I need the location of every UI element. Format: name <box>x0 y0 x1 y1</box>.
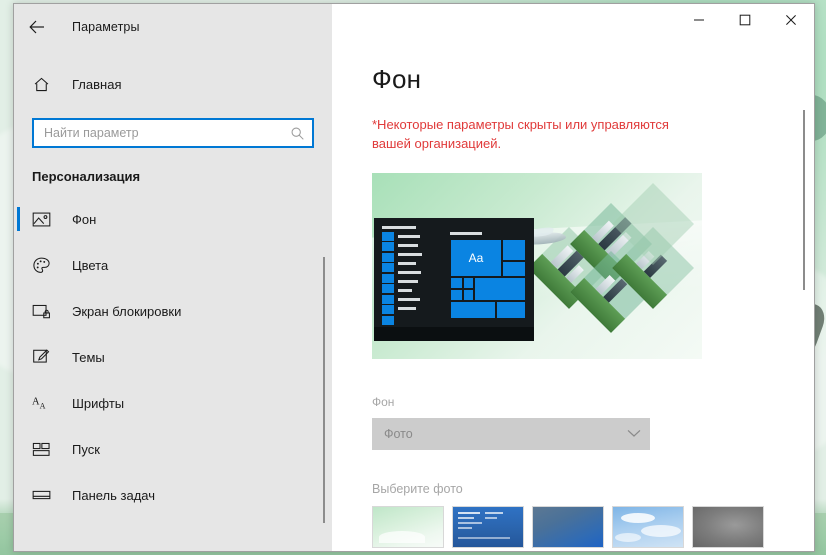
sidebar-scrollbar[interactable] <box>318 257 330 523</box>
background-type-select[interactable]: Фото <box>372 417 650 450</box>
preview-start-left-column <box>382 231 394 327</box>
home-icon <box>32 75 66 94</box>
title-bar-right <box>332 4 814 50</box>
background-type-value: Фото <box>384 426 413 441</box>
preview-start-menu: Aa <box>374 217 534 341</box>
thumbnail-sky-clouds[interactable] <box>612 505 684 548</box>
desktop-background: Параметры Главная Найти параметр Персона… <box>0 0 826 555</box>
organization-warning: *Некоторые параметры скрыты или управляю… <box>372 117 669 151</box>
close-button[interactable] <box>768 4 814 36</box>
preview-tile-aa: Aa <box>450 238 502 277</box>
settings-window: Параметры Главная Найти параметр Персона… <box>13 3 815 552</box>
sidebar-item-label: Панель задач <box>72 487 156 503</box>
chevron-down-icon <box>619 429 649 438</box>
thumbnail-green-landscape[interactable] <box>372 505 444 548</box>
sidebar-home-label: Главная <box>72 76 122 92</box>
preview-tile-aa-text: Aa <box>468 250 484 265</box>
search-box[interactable] <box>32 118 314 148</box>
sidebar-item-start[interactable]: Пуск <box>14 426 332 472</box>
sidebar-section-title: Персонализация <box>32 169 141 184</box>
sidebar-item-label: Темы <box>72 349 105 365</box>
preview-city-diamonds <box>527 182 695 333</box>
lock-screen-icon <box>32 303 66 320</box>
window-title: Параметры <box>72 20 140 34</box>
thumbnail-grey-texture[interactable] <box>692 505 764 548</box>
page-title: Фон <box>372 64 422 94</box>
sidebar-nav-list: Фон Цвета Экран блокировки Темы A A Шриф… <box>14 196 332 551</box>
close-icon <box>786 15 796 25</box>
choose-photo-label: Выберите фото <box>372 481 463 496</box>
minimize-button[interactable] <box>676 4 722 36</box>
sidebar-item-label: Шрифты <box>72 395 125 411</box>
search-icon[interactable] <box>282 120 312 146</box>
sidebar-item-label: Пуск <box>72 441 100 457</box>
background-field-label: Фон <box>372 394 395 409</box>
sidebar: Главная Персонализация <box>14 50 332 551</box>
palette-icon <box>32 256 66 275</box>
taskbar-icon <box>32 488 66 502</box>
sidebar-item-label: Экран блокировки <box>72 303 182 319</box>
picture-icon <box>32 211 66 228</box>
main-scrollbar[interactable] <box>798 110 810 540</box>
back-arrow-icon <box>29 20 44 34</box>
start-tiles-icon <box>32 441 66 458</box>
main-scrollbar-thumb[interactable] <box>803 110 805 290</box>
wallpaper-preview: Aa <box>372 172 702 359</box>
fonts-icon: A A <box>32 394 66 413</box>
back-button[interactable] <box>14 4 60 50</box>
sidebar-item-colors[interactable]: Цвета <box>14 242 332 288</box>
preview-taskbar <box>374 326 534 341</box>
window-body: Главная Персонализация <box>14 50 814 551</box>
search-input[interactable] <box>34 120 282 146</box>
minimize-icon <box>694 19 704 21</box>
sidebar-item-label: Фон <box>72 211 97 227</box>
main-content: Фон *Некоторые параметры скрыты или упра… <box>332 50 814 551</box>
sidebar-item-themes[interactable]: Темы <box>14 334 332 380</box>
maximize-button[interactable] <box>722 4 768 36</box>
sidebar-item-background[interactable]: Фон <box>14 196 332 242</box>
title-bar-left: Параметры <box>14 4 332 50</box>
sidebar-item-taskbar[interactable]: Панель задач <box>14 472 332 518</box>
maximize-icon <box>739 14 751 26</box>
thumbnail-blue-screen[interactable] <box>452 505 524 548</box>
sidebar-item-label: Цвета <box>72 257 109 273</box>
sidebar-item-home[interactable]: Главная <box>14 64 332 104</box>
sidebar-item-fonts[interactable]: A A Шрифты <box>14 380 332 426</box>
sidebar-scrollbar-thumb[interactable] <box>323 257 325 523</box>
thumbnail-blue-gradient[interactable] <box>532 505 604 548</box>
photo-thumbnail-list <box>372 505 814 548</box>
sidebar-item-lock-screen[interactable]: Экран блокировки <box>14 288 332 334</box>
svg-text:A: A <box>40 401 46 410</box>
theme-brush-icon <box>32 348 66 367</box>
title-bar: Параметры <box>14 4 814 50</box>
